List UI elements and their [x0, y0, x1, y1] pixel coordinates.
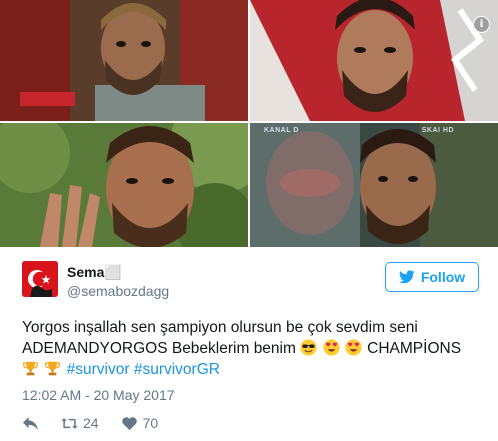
- sunglasses-emoji-icon: [300, 339, 317, 356]
- retweet-icon: [61, 417, 78, 429]
- heart-icon: [121, 416, 137, 430]
- collage-photo-4[interactable]: KANAL D SKAI HD: [250, 123, 498, 247]
- author-handle[interactable]: @semabozdagg: [67, 283, 169, 299]
- tweet-text-line-2: ADEMANDYORGOS Bebeklerim benim CHAMPİONS: [22, 338, 492, 359]
- retweet-count: 24: [83, 415, 99, 431]
- info-icon[interactable]: i: [473, 16, 490, 33]
- photo-collage[interactable]: i KANAL D SKAI HD: [0, 0, 498, 247]
- follow-label: Follow: [420, 269, 466, 285]
- tweet-text-line-3: #survivor #survivorGR: [22, 359, 492, 380]
- collage-photo-1[interactable]: [0, 0, 248, 121]
- avatar[interactable]: [22, 261, 58, 297]
- like-action[interactable]: 70: [121, 415, 159, 431]
- reply-action[interactable]: [22, 416, 39, 431]
- tweet-text-line-2-prefix: ADEMANDYORGOS Bebeklerim benim: [22, 340, 296, 357]
- tweet-actions: 24 70: [22, 414, 180, 432]
- collage-photo-2[interactable]: i: [250, 0, 498, 121]
- hashtag-survivorgr[interactable]: #survivorGR: [134, 361, 220, 378]
- tweet-text-line-1: Yorgos inşallah sen şampiyon olursun be …: [22, 319, 418, 336]
- trophy-emoji-icon: [23, 361, 38, 376]
- tweet-timestamp[interactable]: 12:02 AM - 20 May 2017: [22, 387, 175, 403]
- tweet-card: i KANAL D SKAI HD Sema⬜ @semabozdagg Fol…: [0, 0, 498, 441]
- author-name[interactable]: Sema⬜: [67, 264, 122, 281]
- like-count: 70: [142, 415, 159, 431]
- tv-channel-logo-2: SKAI HD: [421, 127, 454, 134]
- tweet-text-line-2-suffix: CHAMPİONS: [367, 340, 462, 357]
- follow-button[interactable]: Follow: [385, 262, 479, 292]
- trophy-emoji-icon: [45, 361, 61, 376]
- retweet-action[interactable]: 24: [61, 415, 99, 431]
- tweet-text: Yorgos inşallah sen şampiyon olursun be …: [22, 317, 492, 380]
- hashtag-survivor[interactable]: #survivor: [67, 361, 130, 378]
- twitter-bird-icon: [398, 270, 415, 284]
- reply-icon: [23, 416, 38, 430]
- collage-photo-3[interactable]: [0, 123, 248, 247]
- heart-eyes-emoji-icon: [322, 339, 340, 356]
- heart-eyes-emoji-icon: [345, 339, 362, 356]
- tv-channel-logo: KANAL D: [264, 127, 299, 134]
